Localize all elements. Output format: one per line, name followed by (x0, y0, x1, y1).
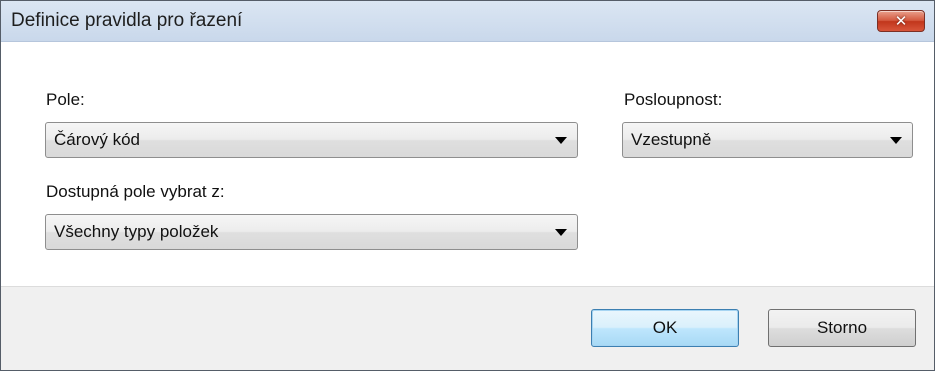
source-label: Dostupná pole vybrat z: (46, 182, 225, 201)
order-label: Posloupnost: (624, 90, 723, 109)
close-icon: ✕ (894, 12, 908, 30)
order-select-value: Vzestupně (631, 130, 712, 149)
button-bar: OK Storno (1, 287, 934, 370)
close-button[interactable]: ✕ (877, 10, 925, 32)
field-label: Pole: (46, 90, 85, 109)
cancel-button[interactable]: Storno (768, 309, 916, 347)
dialog-title: Definice pravidla pro řazení (11, 10, 243, 31)
chevron-down-icon (890, 137, 902, 144)
sort-rule-dialog: Definice pravidla pro řazení ✕ Pole: Čár… (0, 0, 935, 371)
order-select[interactable]: Vzestupně (622, 122, 913, 158)
chevron-down-icon (555, 229, 567, 236)
dialog-body: Pole: Čárový kód Posloupnost: Vzestupně … (1, 42, 934, 287)
ok-button[interactable]: OK (591, 309, 739, 347)
field-select[interactable]: Čárový kód (45, 122, 578, 158)
source-select-value: Všechny typy položek (54, 222, 219, 241)
field-select-value: Čárový kód (54, 130, 140, 149)
chevron-down-icon (555, 137, 567, 144)
title-bar[interactable]: Definice pravidla pro řazení ✕ (1, 1, 934, 42)
source-select[interactable]: Všechny typy položek (45, 214, 578, 250)
